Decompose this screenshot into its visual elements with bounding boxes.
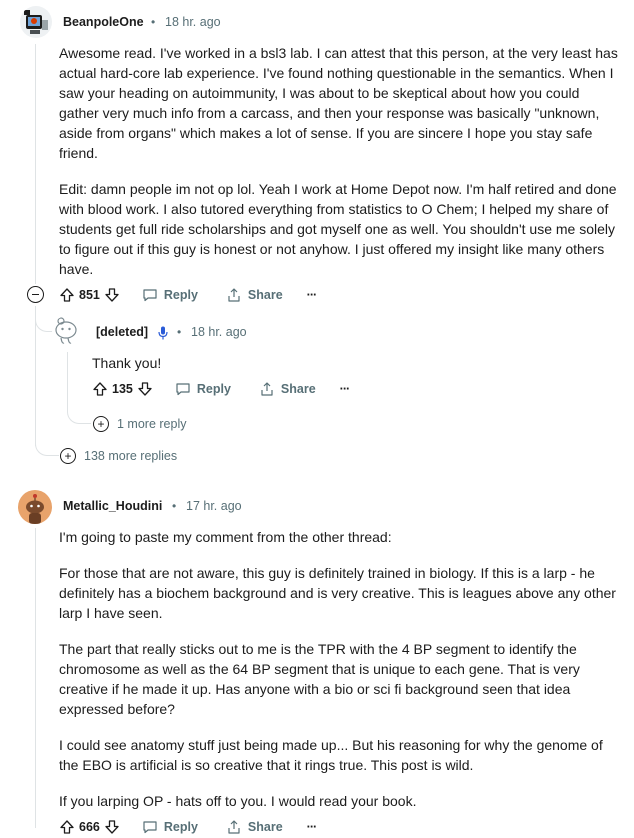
reply-button[interactable]: Reply bbox=[175, 381, 231, 397]
plus-circle-icon: + bbox=[93, 416, 109, 432]
reply-button[interactable]: Reply bbox=[142, 287, 198, 303]
thread-line bbox=[35, 306, 36, 446]
avatar[interactable] bbox=[52, 316, 82, 346]
share-icon bbox=[226, 287, 242, 303]
comment-timestamp[interactable]: 18 hr. ago bbox=[165, 15, 221, 29]
comment-paragraph: Awesome read. I've worked in a bsl3 lab.… bbox=[59, 45, 618, 161]
thread-curve bbox=[67, 400, 91, 424]
downvote-icon[interactable] bbox=[104, 819, 120, 835]
separator-dot: • bbox=[177, 325, 182, 339]
separator-dot: • bbox=[172, 499, 177, 513]
comment-timestamp[interactable]: 17 hr. ago bbox=[186, 499, 242, 513]
reply-label: Reply bbox=[163, 820, 198, 834]
avatar[interactable] bbox=[20, 6, 52, 38]
share-label: Share bbox=[247, 288, 283, 302]
microphone-icon bbox=[158, 326, 168, 340]
collapse-button[interactable] bbox=[27, 286, 44, 303]
comment-paragraph: The part that really sticks out to me is… bbox=[59, 641, 580, 717]
upvote-icon[interactable] bbox=[59, 819, 75, 835]
reply-label: Reply bbox=[196, 382, 231, 396]
thread-line bbox=[35, 528, 36, 828]
comment-actions: 135 Reply Share ··· bbox=[92, 378, 350, 400]
downvote-icon[interactable] bbox=[137, 381, 153, 397]
minus-icon bbox=[32, 294, 39, 295]
upvote-icon[interactable] bbox=[59, 287, 75, 303]
more-options-icon[interactable]: ··· bbox=[307, 288, 317, 302]
vote-count: 851 bbox=[79, 288, 100, 302]
plus-circle-icon: + bbox=[60, 448, 76, 464]
more-replies-label: 1 more reply bbox=[117, 417, 187, 431]
comment-icon bbox=[142, 287, 158, 303]
comment-timestamp[interactable]: 18 hr. ago bbox=[191, 325, 247, 339]
comment-paragraph: If you larping OP - hats off to you. I w… bbox=[59, 793, 417, 809]
comment-author[interactable]: Metallic_Houdini bbox=[63, 499, 162, 513]
comment-icon bbox=[142, 819, 158, 835]
comment-actions: 851 Reply Share ··· bbox=[59, 284, 317, 306]
thread-line bbox=[35, 44, 36, 284]
more-replies-link[interactable]: + 1 more reply bbox=[93, 416, 186, 432]
comment-paragraph: I'm going to paste my comment from the o… bbox=[59, 529, 392, 545]
separator-dot: • bbox=[151, 15, 156, 29]
share-icon bbox=[226, 819, 242, 835]
vote-count: 135 bbox=[112, 382, 133, 396]
more-options-icon[interactable]: ··· bbox=[340, 382, 350, 396]
comment-paragraph: For those that are not aware, this guy i… bbox=[59, 565, 616, 621]
vote-count: 666 bbox=[79, 820, 100, 834]
share-label: Share bbox=[280, 382, 316, 396]
avatar[interactable] bbox=[18, 490, 52, 524]
share-button[interactable]: Share bbox=[226, 287, 283, 303]
more-options-icon[interactable]: ··· bbox=[307, 820, 317, 834]
comment-author[interactable]: [deleted] bbox=[96, 325, 148, 339]
reply-label: Reply bbox=[163, 288, 198, 302]
comment-paragraph: Edit: damn people im not op lol. Yeah I … bbox=[59, 181, 617, 277]
comment-actions: 666 Reply Share ··· bbox=[59, 816, 317, 838]
share-button[interactable]: Share bbox=[226, 819, 283, 835]
reply-button[interactable]: Reply bbox=[142, 819, 198, 835]
upvote-icon[interactable] bbox=[92, 381, 108, 397]
comment-icon bbox=[175, 381, 191, 397]
comment-author[interactable]: BeanpoleOne bbox=[63, 15, 144, 29]
more-replies-label: 138 more replies bbox=[84, 449, 178, 463]
more-replies-link[interactable]: + 138 more replies bbox=[60, 448, 177, 464]
comment-text: Thank you! bbox=[92, 355, 162, 371]
share-label: Share bbox=[247, 820, 283, 834]
comment-paragraph: I could see anatomy stuff just being mad… bbox=[59, 737, 603, 773]
share-icon bbox=[259, 381, 275, 397]
thread-curve bbox=[35, 430, 59, 456]
downvote-icon[interactable] bbox=[104, 287, 120, 303]
share-button[interactable]: Share bbox=[259, 381, 316, 397]
